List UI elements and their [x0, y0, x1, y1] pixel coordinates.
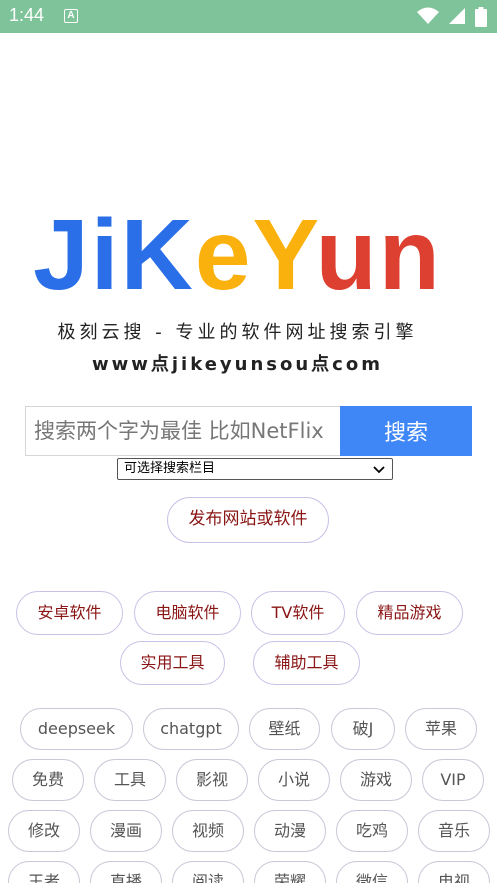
publish-button[interactable]: 发布网站或软件: [167, 497, 329, 543]
tag-button[interactable]: 漫画: [90, 810, 162, 852]
notification-icon: A: [64, 9, 78, 23]
search-button[interactable]: 搜索: [340, 406, 472, 456]
chevron-down-icon: [373, 466, 385, 474]
tag-button[interactable]: 小说: [258, 759, 330, 801]
tag-button[interactable]: chatgpt: [143, 708, 239, 750]
tag-button[interactable]: 破J: [331, 708, 395, 750]
tag-button[interactable]: 免费: [12, 759, 84, 801]
logo-letter: J: [33, 199, 91, 311]
jikeyun-logo: JiKeYun: [0, 205, 475, 305]
tag-button[interactable]: 电视: [418, 861, 490, 883]
logo-letter: K: [120, 199, 195, 311]
category-button[interactable]: 精品游戏: [356, 591, 463, 635]
tag-button[interactable]: 音乐: [418, 810, 490, 852]
tag-button[interactable]: VIP: [422, 759, 484, 801]
cell-signal-icon: [448, 8, 465, 24]
tag-button[interactable]: 动漫: [254, 810, 326, 852]
tag-button[interactable]: 修改: [8, 810, 80, 852]
status-bar: 1:44 A: [0, 0, 497, 33]
status-icons: [413, 7, 487, 27]
tag-button[interactable]: 直播: [90, 861, 162, 883]
logo-letter: i: [90, 199, 121, 311]
tag-button[interactable]: 视频: [172, 810, 244, 852]
logo-letter: Y: [252, 199, 316, 311]
tag-button[interactable]: deepseek: [20, 708, 133, 750]
tag-button[interactable]: 苹果: [405, 708, 477, 750]
logo-letter: n: [378, 199, 442, 311]
tag-button[interactable]: 王者: [8, 861, 80, 883]
logo-letter: u: [315, 199, 379, 311]
status-time: 1:44: [9, 5, 45, 25]
category-select[interactable]: 可选择搜索栏目: [117, 458, 393, 480]
tag-button[interactable]: 荣耀: [254, 861, 326, 883]
tag-button[interactable]: 工具: [94, 759, 166, 801]
tag-button[interactable]: 吃鸡: [336, 810, 408, 852]
tag-button[interactable]: 壁纸: [249, 708, 320, 750]
tag-button[interactable]: 游戏: [340, 759, 412, 801]
search-input[interactable]: [25, 406, 340, 456]
category-button[interactable]: 电脑软件: [134, 591, 241, 635]
tagline: 极刻云搜 - 专业的软件网址搜索引擎: [57, 322, 418, 343]
category-button[interactable]: 实用工具: [120, 641, 225, 685]
wifi-icon: [416, 7, 439, 24]
battery-icon: [475, 7, 487, 27]
category-button[interactable]: TV软件: [251, 591, 345, 635]
tag-button[interactable]: 阅读: [172, 861, 244, 883]
category-select-value: 可选择搜索栏目: [124, 461, 216, 476]
logo-letter: e: [194, 199, 253, 311]
site-url: www点jikeyunsou点com: [92, 354, 383, 375]
tag-button[interactable]: 微信: [336, 861, 408, 883]
tag-button[interactable]: 影视: [176, 759, 248, 801]
category-button[interactable]: 安卓软件: [16, 591, 123, 635]
category-button[interactable]: 辅助工具: [253, 641, 360, 685]
